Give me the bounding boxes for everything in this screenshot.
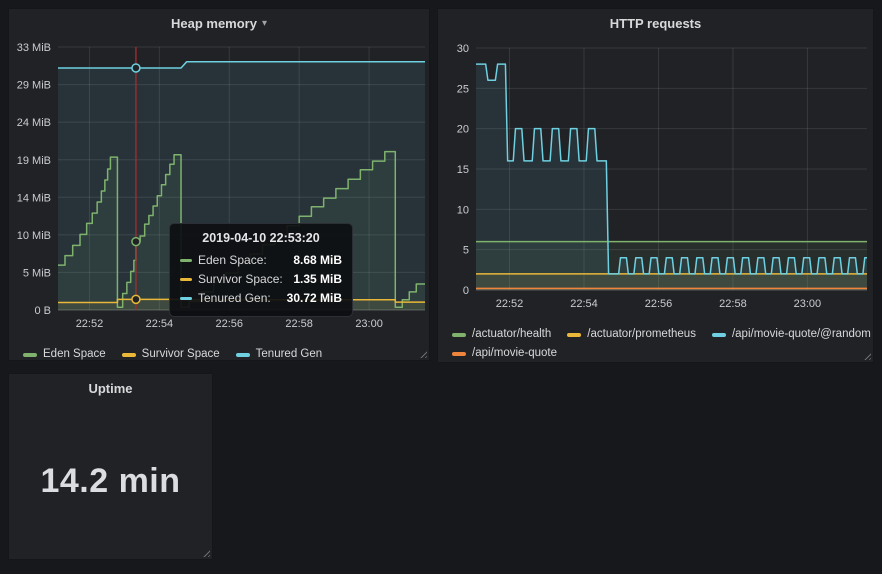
svg-text:23:00: 23:00 xyxy=(355,318,383,330)
svg-text:22:58: 22:58 xyxy=(719,298,747,310)
tooltip-swatch xyxy=(180,259,192,262)
panel-title[interactable]: Heap memory xyxy=(171,16,257,31)
legend-item-survivor-space[interactable]: Survivor Space xyxy=(121,345,220,364)
legend-swatch xyxy=(23,352,37,357)
uptime-body: 14.2 min xyxy=(9,402,212,561)
legend-label: Tenured Gen xyxy=(255,348,323,360)
svg-text:19 MiB: 19 MiB xyxy=(17,155,51,167)
svg-text:10 MiB: 10 MiB xyxy=(17,230,51,242)
svg-text:25: 25 xyxy=(457,83,469,95)
legend-item-actuator-prometheus[interactable]: /actuator/prometheus xyxy=(567,325,696,344)
svg-text:0 B: 0 B xyxy=(34,305,51,317)
svg-text:5 MiB: 5 MiB xyxy=(23,267,51,279)
legend-label: Eden Space xyxy=(43,348,106,360)
tooltip-timestamp: 2019-04-10 22:53:20 xyxy=(202,231,320,245)
legend-swatch xyxy=(235,352,250,357)
tooltip-series-label: Eden Space: xyxy=(198,253,267,267)
http-legend: /actuator/health /actuator/prometheus /a… xyxy=(438,325,873,363)
legend-label: Survivor Space xyxy=(141,348,220,360)
uptime-value: 14.2 min xyxy=(40,462,181,500)
tooltip-series-value: 8.68 MiB xyxy=(293,253,342,267)
legend-item-movie-quote[interactable]: /api/movie-quote xyxy=(452,344,557,363)
tooltip-row: Survivor Space: 1.35 MiB xyxy=(180,270,342,289)
svg-text:22:54: 22:54 xyxy=(570,298,598,310)
uptime-panel-header[interactable]: Uptime xyxy=(9,374,212,402)
svg-text:22:52: 22:52 xyxy=(76,318,104,330)
svg-text:24 MiB: 24 MiB xyxy=(17,117,51,129)
http-panel-header[interactable]: HTTP requests xyxy=(438,9,873,37)
svg-text:29 MiB: 29 MiB xyxy=(17,80,51,92)
legend-label: /actuator/health xyxy=(472,328,552,340)
svg-text:23:00: 23:00 xyxy=(794,298,822,310)
legend-label: /api/movie-quote xyxy=(472,347,558,359)
svg-text:30: 30 xyxy=(457,43,469,55)
svg-text:22:56: 22:56 xyxy=(645,298,673,310)
heap-panel-header[interactable]: Heap memory ▾ xyxy=(9,9,429,37)
tooltip-row: Eden Space: 8.68 MiB xyxy=(180,251,342,270)
legend-swatch xyxy=(452,351,466,356)
svg-text:14 MiB: 14 MiB xyxy=(17,192,51,204)
tooltip-row: Tenured Gen: 30.72 MiB xyxy=(180,289,342,308)
tooltip-swatch xyxy=(180,297,192,300)
svg-text:33 MiB: 33 MiB xyxy=(17,42,51,54)
svg-text:22:56: 22:56 xyxy=(216,318,244,330)
legend-item-actuator-health[interactable]: /actuator/health xyxy=(452,325,551,344)
panel-title[interactable]: HTTP requests xyxy=(610,16,702,31)
legend-item-tenured-gen[interactable]: Tenured Gen xyxy=(235,345,323,364)
heap-legend: Eden Space Survivor Space Tenured Gen xyxy=(9,345,429,364)
tooltip-series-value: 1.35 MiB xyxy=(293,272,342,286)
tooltip-series-value: 30.72 MiB xyxy=(286,291,342,305)
panel-title[interactable]: Uptime xyxy=(88,381,132,396)
http-requests-panel: HTTP requests 0 5 10 15 20 25 30 22:52 22:54 22:5… xyxy=(437,8,874,363)
legend-swatch xyxy=(452,332,466,337)
uptime-panel: Uptime 14.2 min xyxy=(8,373,213,560)
legend-swatch xyxy=(567,332,582,337)
tooltip-series-label: Tenured Gen: xyxy=(198,291,271,305)
svg-text:22:52: 22:52 xyxy=(496,298,524,310)
tooltip-swatch xyxy=(180,278,192,281)
svg-text:22:58: 22:58 xyxy=(285,318,313,330)
legend-label: /actuator/prometheus xyxy=(587,328,696,340)
svg-text:15: 15 xyxy=(457,164,469,176)
chart-tooltip: 2019-04-10 22:53:20 Eden Space: 8.68 MiB… xyxy=(169,223,353,317)
http-requests-chart[interactable]: 0 5 10 15 20 25 30 22:52 22:54 22:56 22:58 23:00 xyxy=(438,37,875,317)
legend-item-movie-quote-random[interactable]: /api/movie-quote/@random xyxy=(711,325,871,344)
legend-label: /api/movie-quote/@random xyxy=(731,328,871,340)
legend-swatch xyxy=(121,352,136,357)
tooltip-series-label: Survivor Space: xyxy=(198,272,283,286)
chevron-down-icon: ▾ xyxy=(261,18,267,29)
heap-memory-panel: Heap memory ▾ 0 B 5 MiB 10 MiB 14 MiB 19 MiB… xyxy=(8,8,430,361)
svg-text:10: 10 xyxy=(457,204,469,216)
svg-text:20: 20 xyxy=(457,124,469,136)
legend-swatch xyxy=(711,332,726,337)
svg-text:22:54: 22:54 xyxy=(146,318,174,330)
legend-item-eden-space[interactable]: Eden Space xyxy=(23,345,106,364)
svg-text:0: 0 xyxy=(463,285,469,297)
svg-text:5: 5 xyxy=(463,245,469,257)
